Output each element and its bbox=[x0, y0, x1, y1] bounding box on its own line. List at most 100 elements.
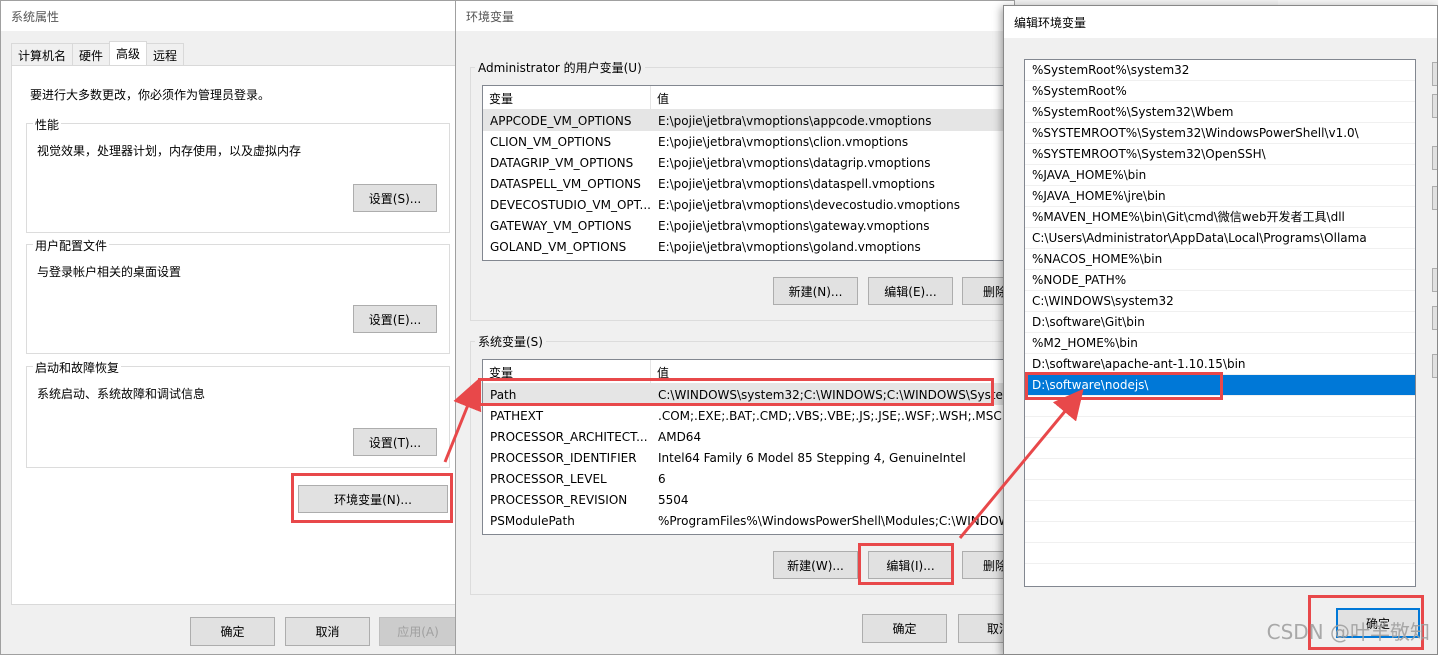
table-row[interactable]: GATEWAY_VM_OPTIONS E:\pojie\jetbra\vmopti… bbox=[483, 215, 1014, 236]
var-name: PROCESSOR_IDENTIFIER bbox=[490, 450, 637, 465]
table-row[interactable]: DATASPELL_VM_OPTIONS E:\pojie\jetbra\vmop… bbox=[483, 173, 1014, 194]
list-item-empty[interactable] bbox=[1025, 438, 1415, 459]
table-row[interactable]: GOLAND_VM_OPTIONS E:\pojie\jetbra\vmoptio… bbox=[483, 236, 1014, 257]
user-new-button[interactable]: 新建(N)... bbox=[773, 277, 858, 305]
performance-desc: 视觉效果，处理器计划，内存使用，以及虚拟内存 bbox=[37, 144, 302, 158]
var-value: 5504 bbox=[658, 492, 689, 507]
table-row[interactable]: PROCESSOR_LEVEL 6 bbox=[483, 468, 1014, 489]
list-item-empty[interactable] bbox=[1025, 480, 1415, 501]
tab-computer-name[interactable]: 计算机名 bbox=[11, 43, 74, 65]
var-name: PROCESSOR_REVISION bbox=[490, 492, 628, 507]
list-item-empty[interactable] bbox=[1025, 543, 1415, 564]
tab-hardware[interactable]: 硬件 bbox=[72, 43, 111, 65]
admin-note: 要进行大多数更改，你必须作为管理员登录。 bbox=[30, 88, 271, 102]
list-item-empty[interactable] bbox=[1025, 459, 1415, 480]
startup-recovery-settings-button[interactable]: 设置(T)... bbox=[353, 428, 437, 456]
user-edit-button[interactable]: 编辑(E)... bbox=[868, 277, 953, 305]
list-item-empty[interactable] bbox=[1025, 396, 1415, 417]
column-variable[interactable]: 变量 bbox=[483, 86, 651, 109]
list-item[interactable]: D:\software\apache-ant-1.10.15\bin bbox=[1025, 354, 1415, 375]
table-row[interactable]: PATHEXT .COM;.EXE;.BAT;.CMD;.VBS;.VBE;.JS… bbox=[483, 405, 1014, 426]
system-new-button[interactable]: 新建(W)... bbox=[773, 551, 858, 579]
list-item[interactable]: %NODE_PATH% bbox=[1025, 270, 1415, 291]
list-item[interactable]: %SystemRoot%\system32 bbox=[1025, 60, 1415, 81]
var-value: E:\pojie\jetbra\vmoptions\clion.vmoption… bbox=[658, 134, 909, 149]
column-value[interactable]: 值 bbox=[651, 360, 1014, 383]
var-name: PATHEXT bbox=[490, 408, 544, 423]
move-up-button[interactable] bbox=[1432, 268, 1437, 292]
tab-advanced[interactable]: 高级 bbox=[109, 41, 148, 65]
user-profiles-settings-button[interactable]: 设置(E)... bbox=[353, 305, 437, 333]
tab-strip: 计算机名 硬件 高级 远程 bbox=[11, 41, 185, 65]
list-item[interactable]: C:\WINDOWS\system32 bbox=[1025, 291, 1415, 312]
table-row[interactable]: PROCESSOR_REVISION 5504 bbox=[483, 489, 1014, 510]
var-value: E:\pojie\jetbra\vmoptions\datagrip.vmopt… bbox=[658, 155, 931, 170]
performance-title: 性能 bbox=[33, 116, 62, 133]
var-name: PROCESSOR_ARCHITECT... bbox=[490, 429, 648, 444]
environment-variables-button[interactable]: 环境变量(N)... bbox=[298, 485, 448, 513]
var-name: DEVECOSTUDIO_VM_OPT... bbox=[490, 197, 651, 212]
list-item[interactable]: D:\software\Git\bin bbox=[1025, 312, 1415, 333]
sysprop-cancel-button[interactable]: 取消 bbox=[285, 617, 370, 646]
list-item[interactable]: %NACOS_HOME%\bin bbox=[1025, 249, 1415, 270]
window-title: 系统属性 bbox=[1, 1, 459, 31]
watermark: CSDN @叶羊敬知 bbox=[1266, 620, 1430, 644]
edit-text-button[interactable] bbox=[1432, 354, 1437, 378]
var-value: E:\pojie\jetbra\vmoptions\devecostudio.v… bbox=[658, 197, 960, 212]
table-row[interactable]: DEVECOSTUDIO_VM_OPT... E:\pojie\jetbra\vm… bbox=[483, 194, 1014, 215]
list-item-selected[interactable]: D:\software\nodejs\ bbox=[1025, 375, 1415, 396]
system-edit-button[interactable]: 编辑(I)... bbox=[868, 551, 953, 579]
delete-path-button[interactable] bbox=[1432, 186, 1437, 210]
move-down-button[interactable] bbox=[1432, 306, 1437, 330]
window-title: 环境变量 bbox=[456, 1, 1014, 31]
var-value: .COM;.EXE;.BAT;.CMD;.VBS;.VBE;.JS;.JSE;.… bbox=[658, 408, 1002, 423]
table-row[interactable]: APPCODE_VM_OPTIONS E:\pojie\jetbra\vmopti… bbox=[483, 110, 1014, 131]
column-value[interactable]: 值 bbox=[651, 86, 1014, 109]
startup-recovery-group: 启动和故障恢复 系统启动、系统故障和调试信息 设置(T)... bbox=[26, 359, 450, 468]
edit-path-button[interactable] bbox=[1432, 94, 1437, 118]
sysprop-ok-button[interactable]: 确定 bbox=[190, 617, 275, 646]
user-vars-list[interactable]: 变量 值 APPCODE_VM_OPTIONS E:\pojie\jetbra\v… bbox=[482, 85, 1014, 261]
var-name: PROCESSOR_LEVEL bbox=[490, 471, 607, 486]
var-value: E:\pojie\jetbra\vmoptions\gateway.vmopti… bbox=[658, 218, 930, 233]
list-item[interactable]: %MAVEN_HOME%\bin\Git\cmd\微信web开发者工具\dll bbox=[1025, 207, 1415, 228]
table-row[interactable]: PSModulePath %ProgramFiles%\WindowsPowerS… bbox=[483, 510, 1014, 531]
list-item[interactable]: %SYSTEMROOT%\System32\WindowsPowerShell\… bbox=[1025, 123, 1415, 144]
sysprop-apply-button[interactable]: 应用(A) bbox=[379, 617, 457, 646]
system-vars-list[interactable]: 变量 值 Path C:\WINDOWS\system32;C:\WINDOWS;… bbox=[482, 359, 1014, 535]
table-row[interactable]: CLION_VM_OPTIONS E:\pojie\jetbra\vmoption… bbox=[483, 131, 1014, 152]
list-item[interactable]: %SystemRoot%\System32\Wbem bbox=[1025, 102, 1415, 123]
performance-settings-button[interactable]: 设置(S)... bbox=[353, 184, 437, 212]
user-profiles-desc: 与登录帐户相关的桌面设置 bbox=[37, 265, 182, 279]
list-item-empty[interactable] bbox=[1025, 522, 1415, 543]
list-item[interactable]: %SYSTEMROOT%\System32\OpenSSH\ bbox=[1025, 144, 1415, 165]
table-row[interactable]: PROCESSOR_ARCHITECT... AMD64 bbox=[483, 426, 1014, 447]
var-name: GOLAND_VM_OPTIONS bbox=[490, 239, 627, 254]
list-item[interactable]: C:\Users\Administrator\AppData\Local\Pro… bbox=[1025, 228, 1415, 249]
var-value: E:\pojie\jetbra\vmoptions\goland.vmoptio… bbox=[658, 239, 921, 254]
list-item-empty[interactable] bbox=[1025, 501, 1415, 522]
column-variable[interactable]: 变量 bbox=[483, 360, 651, 383]
var-name: GATEWAY_VM_OPTIONS bbox=[490, 218, 632, 233]
path-list[interactable]: %SystemRoot%\system32 %SystemRoot% %Syst… bbox=[1024, 59, 1416, 587]
list-item-empty[interactable] bbox=[1025, 417, 1415, 438]
list-item[interactable]: %JAVA_HOME%\jre\bin bbox=[1025, 186, 1415, 207]
table-row[interactable]: DATAGRIP_VM_OPTIONS E:\pojie\jetbra\vmopt… bbox=[483, 152, 1014, 173]
table-row[interactable]: PROCESSOR_IDENTIFIER Intel64 Family 6 Mod… bbox=[483, 447, 1014, 468]
list-item[interactable]: %M2_HOME%\bin bbox=[1025, 333, 1415, 354]
list-item[interactable]: %JAVA_HOME%\bin bbox=[1025, 165, 1415, 186]
env-ok-button[interactable]: 确定 bbox=[862, 614, 947, 643]
startup-recovery-desc: 系统启动、系统故障和调试信息 bbox=[37, 387, 206, 401]
tab-remote[interactable]: 远程 bbox=[146, 43, 185, 65]
user-profiles-group: 用户配置文件 与登录帐户相关的桌面设置 设置(E)... bbox=[26, 237, 450, 354]
system-vars-header: 变量 值 bbox=[483, 360, 1014, 384]
list-item[interactable]: %SystemRoot% bbox=[1025, 81, 1415, 102]
system-properties-window: 系统属性 计算机名 硬件 高级 远程 要进行大多数更改，你必须作为管理员登录。 … bbox=[0, 0, 460, 655]
table-row[interactable]: Path C:\WINDOWS\system32;C:\WINDOWS;C:\WI… bbox=[483, 384, 1014, 405]
advanced-tab-pane: 要进行大多数更改，你必须作为管理员登录。 性能 视觉效果，处理器计划，内存使用，… bbox=[11, 65, 457, 605]
user-profiles-title: 用户配置文件 bbox=[33, 237, 110, 254]
browse-path-button[interactable] bbox=[1432, 146, 1437, 170]
new-path-button[interactable] bbox=[1432, 62, 1437, 86]
var-name: DATASPELL_VM_OPTIONS bbox=[490, 176, 641, 191]
window-title: 编辑环境变量 bbox=[1004, 6, 1437, 38]
